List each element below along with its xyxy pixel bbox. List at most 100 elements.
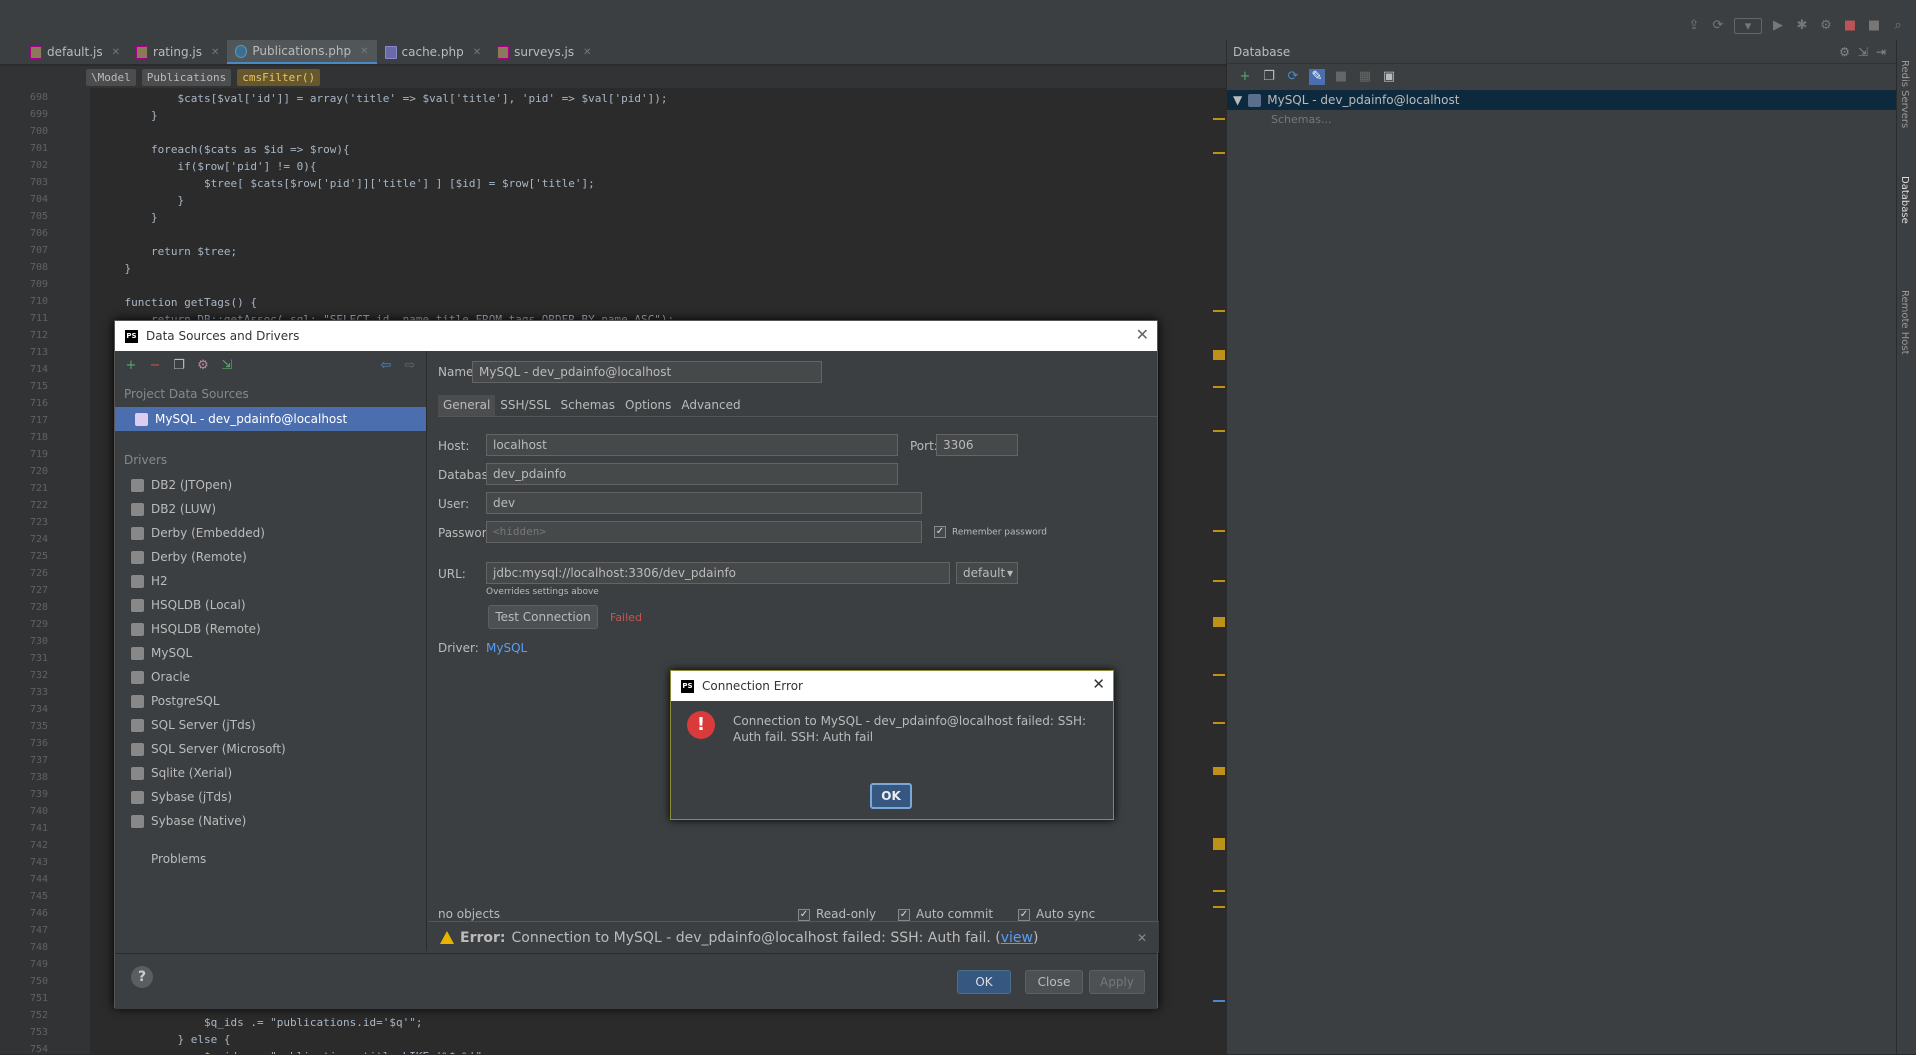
side-tab-database[interactable]: Database bbox=[1899, 176, 1910, 224]
tab-advanced[interactable]: Advanced bbox=[676, 395, 745, 416]
stop-icon[interactable]: ■ bbox=[1866, 18, 1882, 34]
test-connection-button[interactable]: Test Connection bbox=[488, 605, 598, 629]
apply-button[interactable]: Apply bbox=[1089, 970, 1145, 994]
search-icon[interactable]: ⌕ bbox=[1890, 18, 1906, 34]
driver-item[interactable]: PostgreSQL bbox=[115, 689, 426, 713]
tab-ssh-ssl[interactable]: SSH/SSL bbox=[495, 395, 555, 416]
side-tab-remote-host[interactable]: Remote Host bbox=[1899, 290, 1910, 355]
ok-button[interactable]: OK bbox=[957, 970, 1011, 994]
close-button[interactable]: Close bbox=[1025, 970, 1083, 994]
driver-item[interactable]: Sybase (jTds) bbox=[115, 785, 426, 809]
settings-icon[interactable]: ⚙ bbox=[1839, 45, 1850, 59]
close-tab-icon[interactable]: ✕ bbox=[473, 47, 481, 58]
properties-icon[interactable]: ✎ bbox=[1309, 69, 1325, 85]
debug-icon[interactable]: ✱ bbox=[1794, 18, 1810, 34]
vcs-update-icon[interactable]: ⇪ bbox=[1686, 18, 1702, 34]
remember-password-checkbox[interactable]: ✓ Remember password bbox=[934, 526, 1047, 538]
close-tab-icon[interactable]: ✕ bbox=[112, 47, 120, 58]
right-tool-strip: Redis Servers Database Remote Host bbox=[1896, 40, 1916, 1054]
breadcrumb-class[interactable]: Publications bbox=[141, 68, 232, 86]
driver-item[interactable]: SQL Server (jTds) bbox=[115, 713, 426, 737]
view-link[interactable]: view bbox=[1001, 930, 1033, 946]
driver-item[interactable]: HSQLDB (Remote) bbox=[115, 617, 426, 641]
tab-2[interactable]: Publications.php ✕ bbox=[227, 40, 377, 64]
autosync-checkbox[interactable]: ✓ Auto sync bbox=[1018, 907, 1095, 921]
autocommit-checkbox[interactable]: ✓ Auto commit bbox=[898, 907, 993, 921]
coverage-icon[interactable]: ⚙ bbox=[1818, 18, 1834, 34]
host-field[interactable]: localhost bbox=[486, 434, 898, 456]
console-icon[interactable]: ▣ bbox=[1381, 69, 1397, 85]
line-number: 733 bbox=[29, 687, 48, 698]
close-tab-icon[interactable]: ✕ bbox=[211, 47, 219, 58]
driver-label: Driver: bbox=[438, 641, 479, 655]
database-field[interactable]: dev_pdainfo bbox=[486, 463, 898, 485]
duplicate-icon[interactable]: ❐ bbox=[171, 358, 187, 374]
problems-item[interactable]: Problems bbox=[115, 847, 426, 871]
side-tab-redis[interactable]: Redis Servers bbox=[1899, 60, 1910, 128]
error-ok-button[interactable]: OK bbox=[870, 783, 912, 809]
tab-3[interactable]: cache.php ✕ bbox=[377, 40, 490, 64]
breadcrumb-namespace[interactable]: \Model bbox=[86, 68, 136, 86]
tab-options[interactable]: Options bbox=[620, 395, 676, 416]
driver-item[interactable]: Oracle bbox=[115, 665, 426, 689]
close-tab-icon[interactable]: ✕ bbox=[583, 47, 591, 58]
name-field[interactable]: MySQL - dev_pdainfo@localhost bbox=[472, 361, 822, 383]
add-icon[interactable]: + bbox=[1237, 69, 1253, 85]
driver-item[interactable]: DB2 (JTOpen) bbox=[115, 473, 426, 497]
add-icon[interactable]: + bbox=[123, 358, 139, 374]
run-config-dropdown[interactable]: ▾ bbox=[1734, 18, 1762, 34]
code-line: $cats[$val['id']] = array('title' => $va… bbox=[98, 92, 668, 105]
driver-item[interactable]: Sybase (Native) bbox=[115, 809, 426, 833]
close-icon[interactable]: ✕ bbox=[1092, 675, 1105, 693]
password-field[interactable]: <hidden> bbox=[486, 521, 922, 543]
expand-arrow-icon[interactable]: ▼ bbox=[1233, 93, 1242, 107]
user-field[interactable]: dev bbox=[486, 492, 922, 514]
import-icon[interactable]: ⇲ bbox=[219, 358, 235, 374]
driver-item[interactable]: Sqlite (Xerial) bbox=[115, 761, 426, 785]
close-icon[interactable]: ✕ bbox=[1136, 325, 1149, 344]
driver-settings-icon[interactable]: ⚙ bbox=[195, 358, 211, 374]
driver-item[interactable]: H2 bbox=[115, 569, 426, 593]
refresh-icon[interactable]: ⟳ bbox=[1285, 69, 1301, 85]
run-icon[interactable]: ▶ bbox=[1770, 18, 1786, 34]
driver-item[interactable]: MySQL bbox=[115, 641, 426, 665]
url-mode-select[interactable]: default ▾ bbox=[956, 562, 1018, 584]
driver-label: Sybase (jTds) bbox=[151, 790, 233, 804]
hide-icon[interactable]: ⇥ bbox=[1876, 45, 1886, 59]
checkbox-checked-icon: ✓ bbox=[934, 526, 946, 538]
driver-item[interactable]: Derby (Embedded) bbox=[115, 521, 426, 545]
back-arrow-icon[interactable]: ⇦ bbox=[378, 358, 394, 374]
close-tab-icon[interactable]: ✕ bbox=[360, 46, 368, 57]
dismiss-icon[interactable]: ✕ bbox=[1137, 931, 1147, 945]
data-source-item[interactable]: MySQL - dev_pdainfo@localhost bbox=[115, 407, 426, 431]
url-field[interactable]: jdbc:mysql://localhost:3306/dev_pdainfo bbox=[486, 562, 950, 584]
readonly-checkbox[interactable]: ✓ Read-only bbox=[798, 907, 876, 921]
tab-schemas[interactable]: Schemas bbox=[556, 395, 621, 416]
tab-4[interactable]: surveys.js ✕ bbox=[489, 40, 599, 64]
remove-icon[interactable]: − bbox=[147, 358, 163, 374]
driver-label: Derby (Embedded) bbox=[151, 526, 265, 540]
forward-arrow-icon[interactable]: ⇨ bbox=[402, 358, 418, 374]
port-field[interactable]: 3306 bbox=[936, 434, 1018, 456]
tab-1[interactable]: rating.js ✕ bbox=[128, 40, 227, 64]
error-prefix: Error: bbox=[460, 929, 506, 946]
driver-item[interactable]: DB2 (LUW) bbox=[115, 497, 426, 521]
tab-0[interactable]: default.js ✕ bbox=[22, 40, 128, 64]
breadcrumb-method[interactable]: cmsFilter() bbox=[237, 68, 321, 86]
sync-icon[interactable]: ⟳ bbox=[1710, 18, 1726, 34]
driver-link[interactable]: MySQL bbox=[486, 641, 527, 655]
line-number: 709 bbox=[29, 279, 48, 290]
driver-item[interactable]: SQL Server (Microsoft) bbox=[115, 737, 426, 761]
disconnect-icon[interactable]: ■ bbox=[1333, 69, 1349, 85]
driver-item[interactable]: Derby (Remote) bbox=[115, 545, 426, 569]
database-tool-icon[interactable]: ■ bbox=[1842, 18, 1858, 34]
copy-icon[interactable]: ❐ bbox=[1261, 69, 1277, 85]
help-icon[interactable]: ? bbox=[131, 966, 153, 988]
error-stripe[interactable] bbox=[1212, 88, 1226, 1054]
table-icon[interactable]: ▦ bbox=[1357, 69, 1373, 85]
collapse-icon[interactable]: ⇲ bbox=[1858, 45, 1868, 59]
drivers-heading: Drivers bbox=[124, 453, 168, 467]
db-tree-connection[interactable]: ▼ MySQL - dev_pdainfo@localhost bbox=[1227, 90, 1896, 110]
tab-general[interactable]: General bbox=[438, 395, 496, 416]
driver-item[interactable]: HSQLDB (Local) bbox=[115, 593, 426, 617]
